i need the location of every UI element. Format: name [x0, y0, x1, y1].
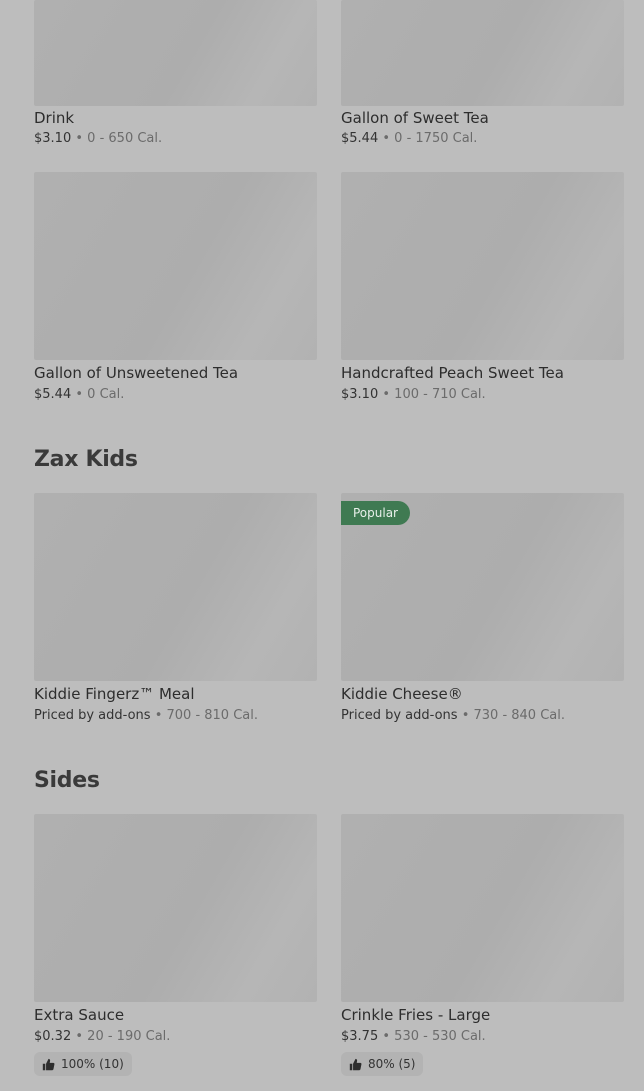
item-meta: $5.44 • 0 - 1750 Cal.: [341, 130, 624, 148]
item-calories: 0 - 650 Cal.: [87, 131, 163, 146]
item-meta: Priced by add-ons • 730 - 840 Cal.: [341, 707, 624, 725]
item-name: Drink: [34, 109, 75, 127]
item-calories: 730 - 840 Cal.: [473, 708, 566, 723]
popular-badge: Popular: [341, 501, 410, 525]
menu-item-card-gallon-unsweetened-tea[interactable]: Gallon of Unsweetened Tea $5.44 • 0 Cal.: [34, 172, 317, 404]
section-title-sides: Sides: [34, 768, 100, 793]
item-image-placeholder: [34, 493, 317, 681]
separator-dot: •: [75, 387, 84, 402]
item-meta: $5.44 • 0 Cal.: [34, 386, 317, 404]
item-image-placeholder: Popular: [341, 493, 624, 681]
item-meta: $3.75 • 530 - 530 Cal.: [341, 1028, 624, 1046]
item-price: $5.44: [341, 131, 379, 146]
item-meta: $3.10 • 0 - 650 Cal.: [34, 130, 317, 148]
item-image-placeholder: [34, 814, 317, 1002]
item-price: $3.10: [341, 387, 379, 402]
item-name: Kiddie Fingerz™ Meal: [34, 685, 195, 703]
item-calories: 20 - 190 Cal.: [87, 1029, 171, 1044]
thumbs-up-icon: [42, 1058, 55, 1070]
sides-grid: Extra Sauce $0.32 • 20 - 190 Cal. 100% (…: [34, 814, 624, 1076]
item-price: $3.10: [34, 131, 72, 146]
menu-item-card-drink[interactable]: Drink $3.10 • 0 - 650 Cal.: [34, 0, 317, 148]
rating-badge: 80% (5): [341, 1052, 424, 1076]
item-calories: 100 - 710 Cal.: [394, 387, 486, 402]
item-calories: 0 Cal.: [87, 387, 125, 402]
separator-dot: •: [382, 1029, 391, 1044]
item-image-placeholder: [341, 814, 624, 1002]
drinks-grid-row-1: Drink $3.10 • 0 - 650 Cal. Gallon of Swe…: [34, 0, 624, 148]
separator-dot: •: [75, 1029, 84, 1044]
menu-item-card-gallon-sweet-tea[interactable]: Gallon of Sweet Tea $5.44 • 0 - 1750 Cal…: [341, 0, 624, 148]
menu-item-card-kiddie-cheese[interactable]: Popular Kiddie Cheese® Priced by add-ons…: [341, 493, 624, 725]
item-image-placeholder: [341, 0, 624, 106]
drinks-grid-row-2: Gallon of Unsweetened Tea $5.44 • 0 Cal.…: [34, 172, 624, 404]
item-price: $3.75: [341, 1029, 379, 1044]
item-calories: 530 - 530 Cal.: [394, 1029, 486, 1044]
menu-item-card-extra-sauce[interactable]: Extra Sauce $0.32 • 20 - 190 Cal. 100% (…: [34, 814, 317, 1076]
item-price: Priced by add-ons: [341, 708, 458, 723]
menu-item-card-peach-sweet-tea[interactable]: Handcrafted Peach Sweet Tea $3.10 • 100 …: [341, 172, 624, 404]
separator-dot: •: [382, 387, 391, 402]
item-name: Gallon of Unsweetened Tea: [34, 364, 239, 382]
rating-text: 80% (5): [368, 1057, 416, 1071]
section-title-zax-kids: Zax Kids: [34, 447, 138, 472]
item-calories: 0 - 1750 Cal.: [394, 131, 478, 146]
menu-item-card-kiddie-fingerz-meal[interactable]: Kiddie Fingerz™ Meal Priced by add-ons •…: [34, 493, 317, 725]
item-calories: 700 - 810 Cal.: [166, 708, 259, 723]
separator-dot: •: [154, 708, 163, 723]
zax-kids-grid: Kiddie Fingerz™ Meal Priced by add-ons •…: [34, 493, 624, 725]
item-name: Handcrafted Peach Sweet Tea: [341, 364, 564, 382]
separator-dot: •: [461, 708, 470, 723]
rating-text: 100% (10): [61, 1057, 124, 1071]
item-price: $5.44: [34, 387, 72, 402]
rating-badge: 100% (10): [34, 1052, 132, 1076]
item-image-placeholder: [341, 172, 624, 360]
thumbs-up-icon: [349, 1058, 362, 1070]
separator-dot: •: [382, 131, 391, 146]
menu-page: Drink $3.10 • 0 - 650 Cal. Gallon of Swe…: [34, 0, 624, 1076]
separator-dot: •: [75, 131, 84, 146]
item-meta: $3.10 • 100 - 710 Cal.: [341, 386, 624, 404]
item-image-placeholder: [34, 172, 317, 360]
item-image-placeholder: [34, 0, 317, 106]
item-name: Kiddie Cheese®: [341, 685, 463, 703]
item-meta: $0.32 • 20 - 190 Cal.: [34, 1028, 317, 1046]
item-name: Gallon of Sweet Tea: [341, 109, 489, 127]
item-price: Priced by add-ons: [34, 708, 151, 723]
item-name: Extra Sauce: [34, 1006, 125, 1024]
item-name: Crinkle Fries - Large: [341, 1006, 491, 1024]
item-meta: Priced by add-ons • 700 - 810 Cal.: [34, 707, 317, 725]
menu-item-card-crinkle-fries-large[interactable]: Crinkle Fries - Large $3.75 • 530 - 530 …: [341, 814, 624, 1076]
item-price: $0.32: [34, 1029, 72, 1044]
